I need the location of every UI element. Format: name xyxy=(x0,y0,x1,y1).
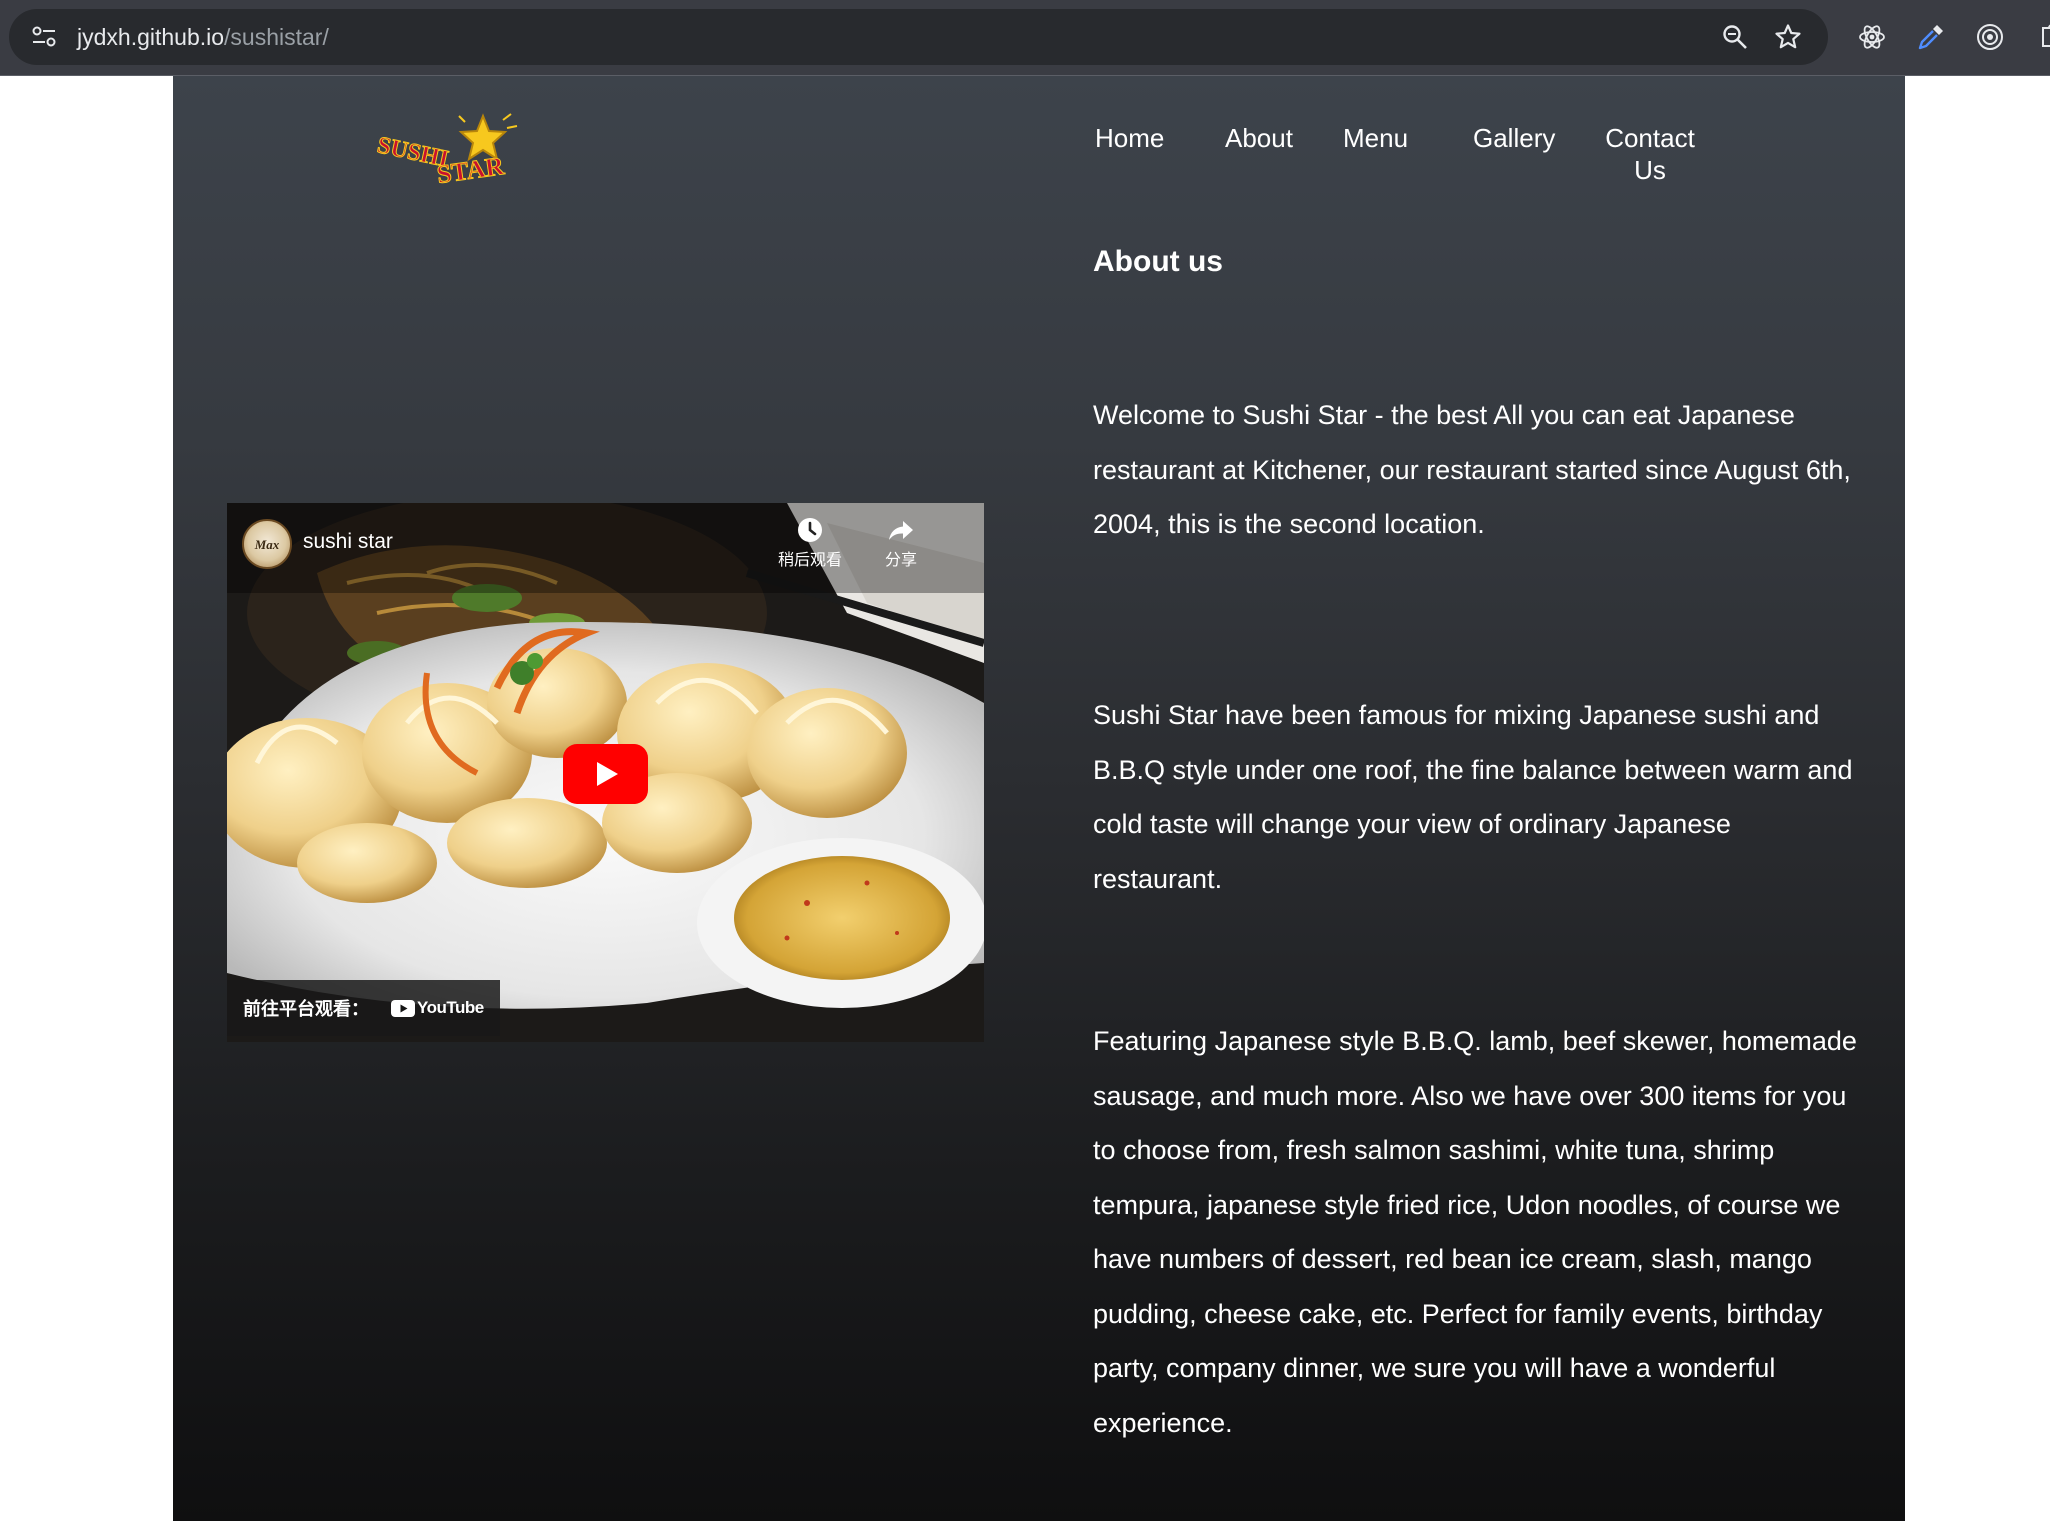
share-label: 分享 xyxy=(884,552,917,569)
youtube-play-icon xyxy=(391,999,415,1017)
video-title[interactable]: sushi star xyxy=(303,528,393,556)
about-heading: About us xyxy=(1093,245,1223,278)
watch-later-label: 稍后观看 xyxy=(777,552,842,569)
nav-home-link[interactable]: Home xyxy=(1095,122,1164,154)
youtube-embed[interactable]: Max sushi star 稍后观看 分享 前往平台观看： YouTube xyxy=(227,503,984,1042)
zoom-icon[interactable] xyxy=(1721,23,1749,51)
share-arrow-icon xyxy=(889,521,913,540)
channel-avatar-text: Max xyxy=(254,537,280,552)
browser-toolbar: jydxh.github.io/sushistar/ xyxy=(0,0,2050,76)
nav-about-link[interactable]: About xyxy=(1225,122,1293,154)
clock-icon xyxy=(798,518,822,542)
sushi-star-logo[interactable]: SUSHI STAR xyxy=(375,112,537,202)
watch-on-label: 前往平台观看： xyxy=(243,999,369,1019)
nav-gallery-link[interactable]: Gallery xyxy=(1473,122,1555,154)
url-text[interactable]: jydxh.github.io/sushistar/ xyxy=(77,23,329,51)
about-paragraph: Welcome to Sushi Star - the best All you… xyxy=(1093,400,1851,539)
site-info-icon[interactable] xyxy=(31,25,57,49)
about-paragraph: Sushi Star have been famous for mixing J… xyxy=(1093,700,1853,894)
nav-menu-link[interactable]: Menu xyxy=(1343,122,1408,154)
extensions-puzzle-icon[interactable] xyxy=(2034,22,2050,52)
youtube-logo: YouTube xyxy=(391,998,484,1018)
target-extension-icon[interactable] xyxy=(1975,22,2005,52)
react-devtools-icon[interactable] xyxy=(1857,22,1887,52)
bookmark-star-icon[interactable] xyxy=(1774,23,1802,51)
channel-avatar[interactable]: Max xyxy=(242,519,292,569)
about-paragraph: Featuring Japanese style B.B.Q. lamb, be… xyxy=(1093,1026,1857,1438)
url-path: /sushistar/ xyxy=(224,24,329,50)
play-button-icon[interactable] xyxy=(563,744,648,804)
nav-contact-link[interactable]: Contact Us xyxy=(1597,122,1703,186)
watch-later-button[interactable]: 稍后观看 xyxy=(765,515,855,571)
page-content: SUSHI STAR Home About Menu Gallery Conta… xyxy=(173,76,1905,1521)
youtube-wordmark: YouTube xyxy=(417,998,484,1017)
watch-on-youtube-link[interactable]: 前往平台观看： YouTube xyxy=(227,980,500,1036)
share-button[interactable]: 分享 xyxy=(856,515,946,571)
eyedropper-icon[interactable] xyxy=(1916,22,1946,52)
channel-avatar-image: Max xyxy=(254,537,280,552)
url-host: jydxh.github.io xyxy=(77,24,225,50)
address-bar[interactable]: jydxh.github.io/sushistar/ xyxy=(9,9,1828,65)
